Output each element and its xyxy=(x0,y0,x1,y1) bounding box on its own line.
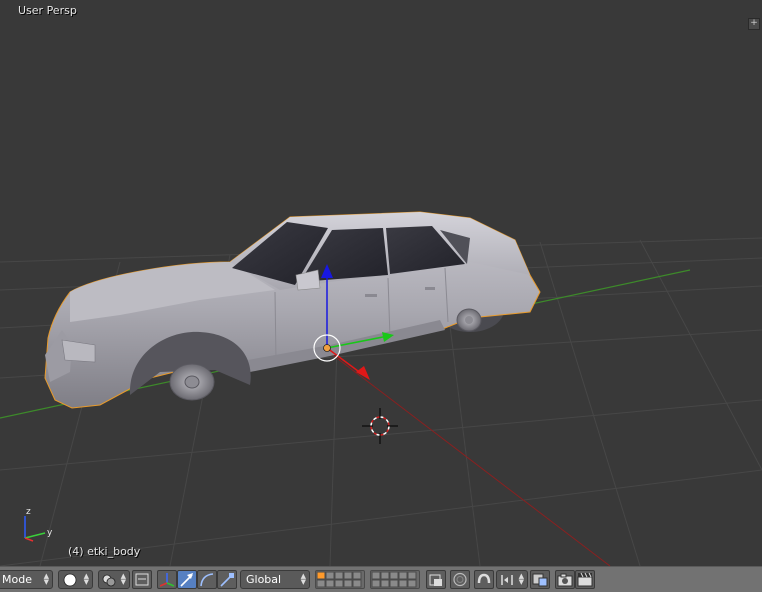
chevron-updown-icon: ▲ ▼ xyxy=(43,572,49,586)
front-brake-disc[interactable] xyxy=(169,363,215,401)
viewport-shading-dropdown[interactable]: ▲ ▼ xyxy=(58,570,93,589)
manipulator-icon xyxy=(135,573,149,586)
mode-dropdown[interactable]: Mode ▲ ▼ xyxy=(0,570,53,589)
chevron-updown-icon: ▲ ▼ xyxy=(120,572,126,586)
snap-toggle-button[interactable] xyxy=(474,570,494,589)
scale-button[interactable] xyxy=(217,570,237,589)
rotate-button[interactable] xyxy=(197,570,217,589)
proportional-editing-button[interactable] xyxy=(450,570,470,589)
mode-label: Mode xyxy=(2,573,32,586)
chevron-updown-icon: ▲ ▼ xyxy=(83,572,89,586)
snap-target-button[interactable] xyxy=(530,570,550,589)
plus-icon[interactable]: + xyxy=(748,18,760,30)
lock-layers-button[interactable] xyxy=(426,570,446,589)
translate-manipulator-button[interactable] xyxy=(157,570,177,589)
layers-icon xyxy=(316,571,362,588)
layers-grid-2[interactable] xyxy=(370,570,420,589)
render-animation-button[interactable] xyxy=(575,570,595,589)
pivot-point-dropdown[interactable]: ▲ ▼ xyxy=(98,570,130,589)
axis-label-y: y xyxy=(47,528,53,538)
translate-arrow-icon xyxy=(180,573,193,587)
camera-icon xyxy=(557,573,573,587)
object-origin xyxy=(323,344,331,352)
snap-element-dropdown[interactable]: ▲ ▼ xyxy=(496,570,528,589)
layers-icon xyxy=(371,571,417,588)
sphere-icon xyxy=(63,573,77,587)
clapperboard-icon xyxy=(577,572,593,587)
orientation-label: Global xyxy=(246,573,282,586)
axes-manipulator-icon xyxy=(159,573,175,587)
snap-element-icon xyxy=(501,575,513,585)
scale-icon xyxy=(220,573,234,587)
render-opengl-button[interactable] xyxy=(555,570,575,589)
active-object-info: (4) etki_body xyxy=(68,545,141,558)
orientation-axes: z y xyxy=(24,507,53,542)
magnet-icon xyxy=(477,573,491,584)
3d-viewport[interactable]: z y User Persp (4) etki_body + xyxy=(0,0,762,566)
pivot-icon xyxy=(102,574,116,587)
view-name-label: User Persp xyxy=(18,4,77,17)
layers-grid-1[interactable] xyxy=(315,570,365,589)
viewport-header: Mode ▲ ▼ ▲ ▼ ▲ ▼ Global ▲ ▼ ▲ ▼ xyxy=(0,566,762,592)
chevron-updown-icon: ▲ ▼ xyxy=(300,572,306,586)
proportional-edit-icon xyxy=(453,572,467,587)
scene-canvas[interactable]: z y xyxy=(0,0,762,566)
chevron-updown-icon: ▲ ▼ xyxy=(518,572,524,586)
rotate-icon xyxy=(200,573,214,587)
transform-orientation-dropdown[interactable]: Global ▲ ▼ xyxy=(240,570,310,589)
manipulator-toggle-button[interactable] xyxy=(132,570,152,589)
3d-cursor[interactable] xyxy=(362,408,398,444)
translate-button[interactable] xyxy=(177,570,197,589)
snap-target-icon xyxy=(532,573,548,587)
layer-lock-icon xyxy=(429,574,442,586)
rear-brake-disc[interactable] xyxy=(456,308,482,332)
axis-label-z: z xyxy=(26,507,31,517)
